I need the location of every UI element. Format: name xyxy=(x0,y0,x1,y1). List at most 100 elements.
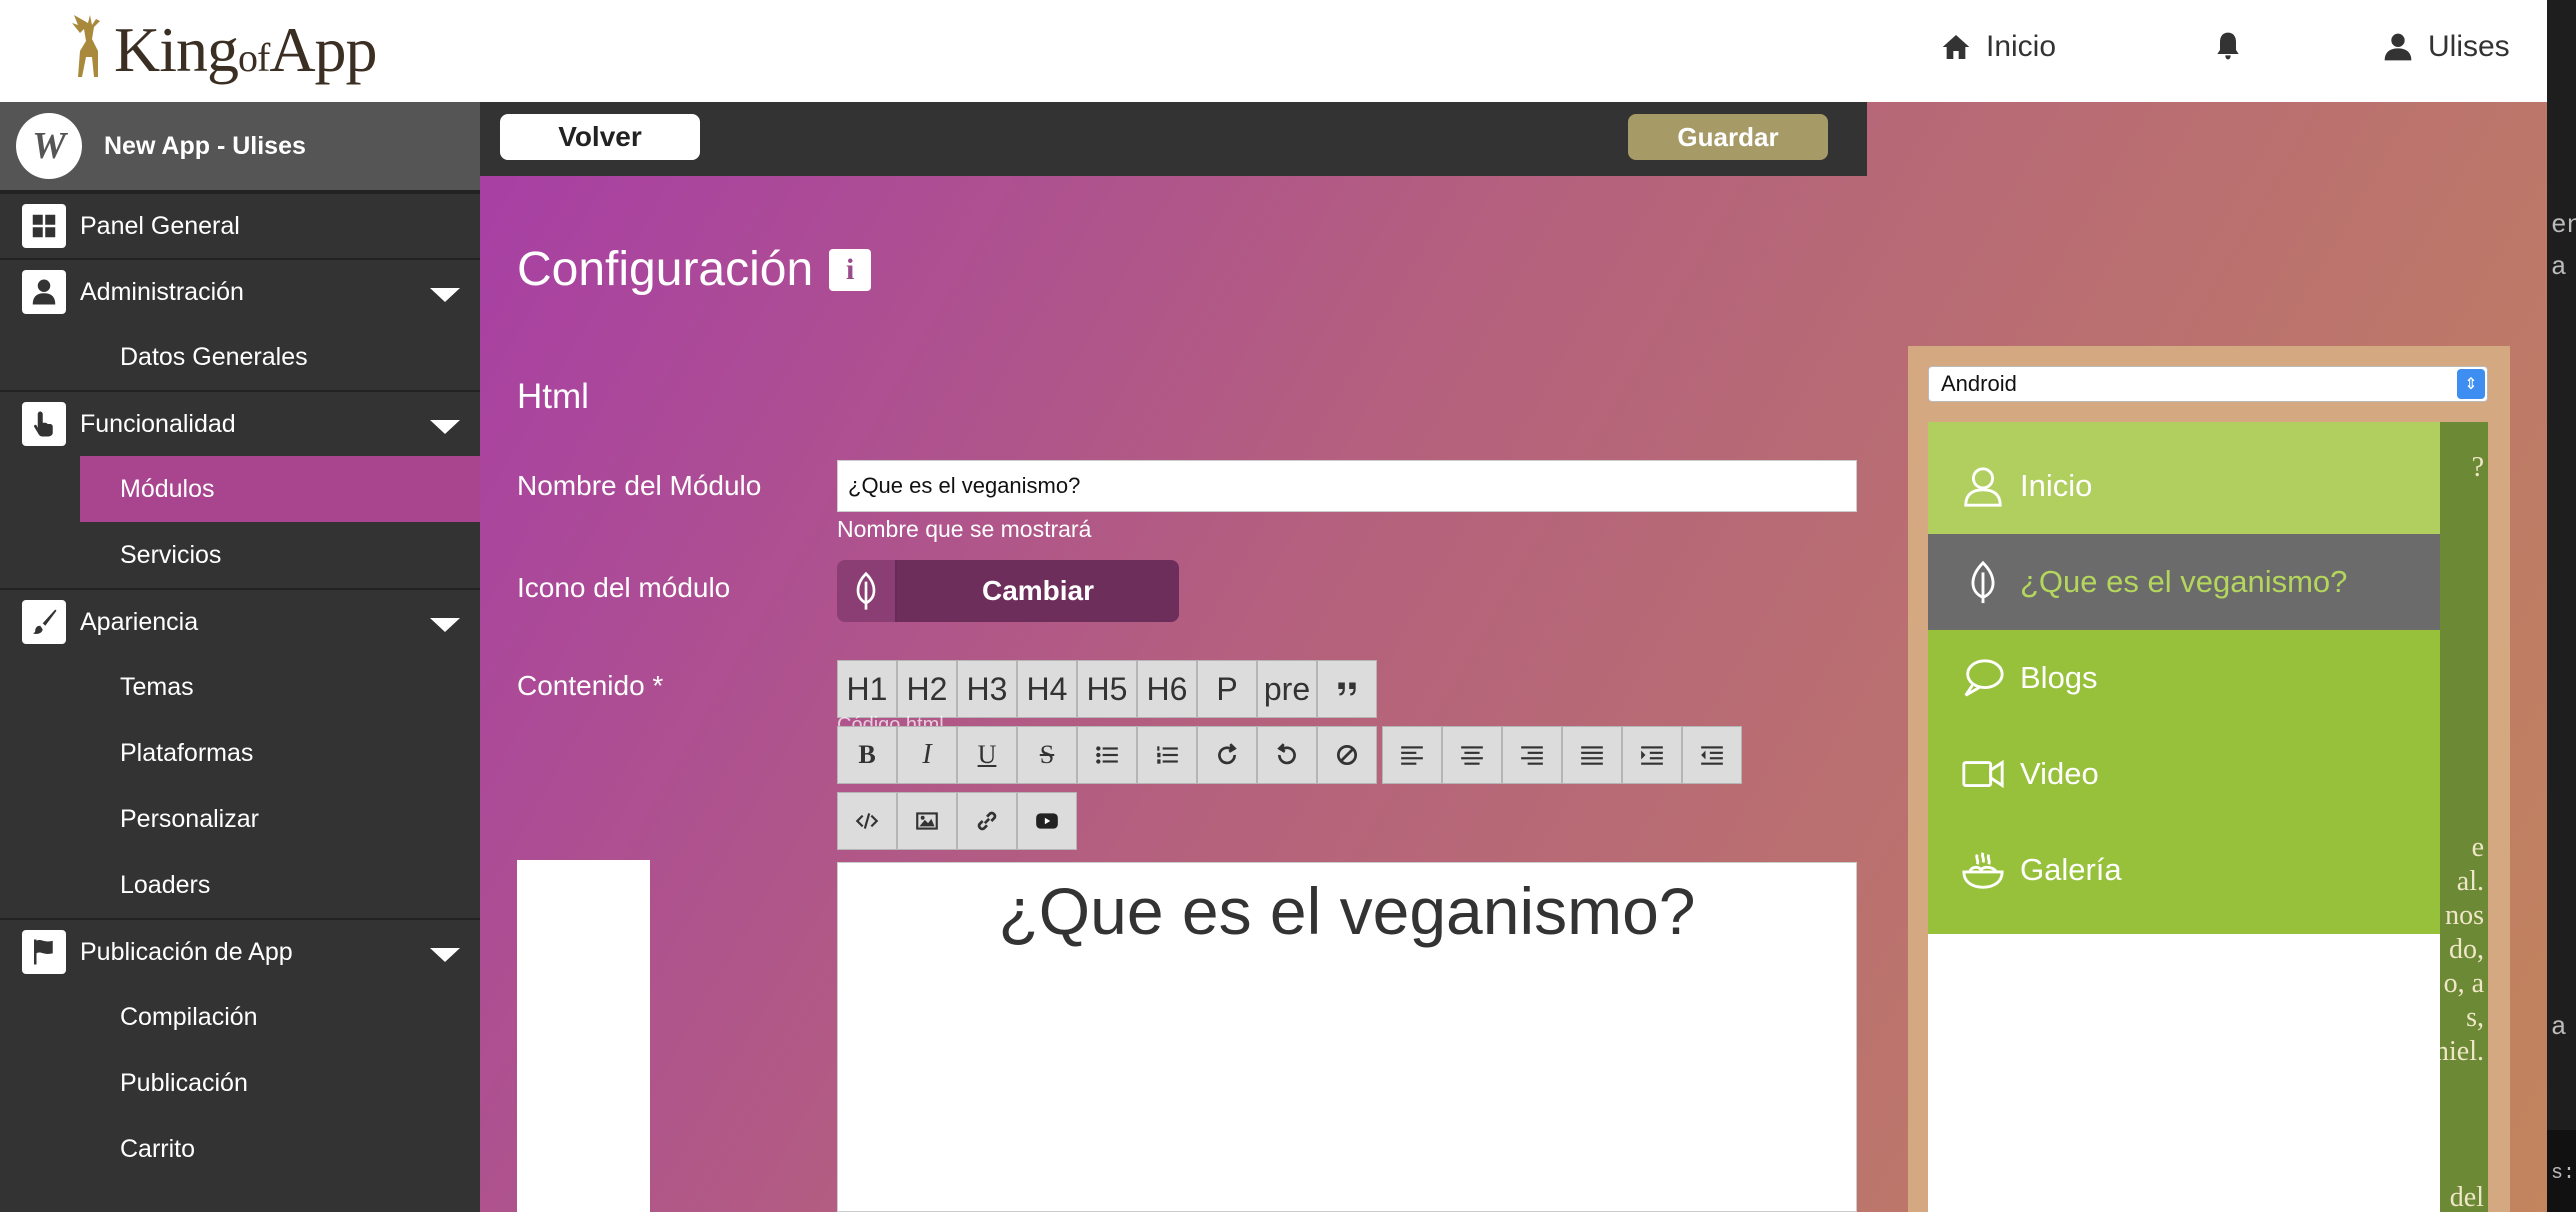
sidebar-subitem-publicacion[interactable]: Publicación xyxy=(0,1050,480,1116)
toolbar-code-button[interactable] xyxy=(837,792,897,850)
stag-logo-icon xyxy=(72,15,100,77)
toolbar-h2-button[interactable]: H2 xyxy=(897,660,957,718)
rich-text-editor[interactable]: ¿Que es el veganismo? xyxy=(837,862,1857,1212)
editor-content-heading[interactable]: ¿Que es el veganismo? xyxy=(838,873,1856,949)
app-header[interactable]: W New App - Ulises xyxy=(0,102,480,192)
app-name: New App - Ulises xyxy=(104,131,306,160)
toolbar-h1-button[interactable]: H1 xyxy=(837,660,897,718)
module-name-input[interactable] xyxy=(837,460,1857,512)
align-left-icon xyxy=(1401,746,1423,765)
paintbrush-icon xyxy=(22,600,66,644)
logo-text-king: King xyxy=(114,14,239,85)
toolbar-align-right-button[interactable] xyxy=(1502,726,1562,784)
toolbar-justify-button[interactable] xyxy=(1562,726,1622,784)
change-icon-button[interactable]: Cambiar xyxy=(897,560,1179,622)
toolbar-h5-button[interactable]: H5 xyxy=(1077,660,1137,718)
sidebar-subitem-plataformas[interactable]: Plataformas xyxy=(0,720,480,786)
code-view-panel[interactable] xyxy=(517,860,650,1212)
device-preview-panel: Android ⇕ ? e al. nos do, o, a s, miel. … xyxy=(1908,346,2510,1212)
drawer-item-video[interactable]: Video xyxy=(1928,726,2440,822)
toolbar-link-button[interactable] xyxy=(957,792,1017,850)
sidebar-subitem-datos-generales[interactable]: Datos Generales xyxy=(0,324,480,390)
notifications-button[interactable] xyxy=(2212,30,2244,62)
drawer-item-veganismo[interactable]: ¿Que es el veganismo? xyxy=(1928,534,2440,630)
toolbar-bullet-list-button[interactable] xyxy=(1077,726,1137,784)
drawer-item-inicio[interactable]: Inicio xyxy=(1928,422,2440,534)
drawer-item-label: ¿Que es el veganismo? xyxy=(2020,564,2348,599)
toolbar-h4-button[interactable]: H4 xyxy=(1017,660,1077,718)
sidebar-subitem-compilacion[interactable]: Compilación xyxy=(0,984,480,1050)
toolbar-numbered-list-button[interactable] xyxy=(1137,726,1197,784)
toolbar-clear-format-button[interactable] xyxy=(1317,726,1377,784)
sidebar-item-publicacion-app[interactable]: Publicación de App xyxy=(0,918,480,984)
toolbar-indent-button[interactable] xyxy=(1622,726,1682,784)
toolbar-pre-button[interactable]: pre xyxy=(1257,660,1317,718)
toolbar-align-center-button[interactable] xyxy=(1442,726,1502,784)
main-content: Volver Guardar Configuración i Html Nomb… xyxy=(480,102,2547,1212)
bullet-list-icon xyxy=(1096,746,1118,764)
page-title: Configuración i xyxy=(517,242,872,297)
toolbar-image-button[interactable] xyxy=(897,792,957,850)
toolbar-h3-button[interactable]: H3 xyxy=(957,660,1017,718)
platform-select[interactable]: Android ⇕ xyxy=(1928,366,2488,402)
toolbar-underline-button[interactable]: U xyxy=(957,726,1017,784)
nav-home[interactable]: Inicio xyxy=(1940,30,2056,64)
redo-icon xyxy=(1218,743,1237,765)
bg-text: del xyxy=(2449,1182,2484,1212)
drawer-item-label: Galería xyxy=(2020,852,2122,887)
edge-text-bottom: s: xyxy=(2551,1162,2576,1185)
bg-text: s, xyxy=(2466,1002,2484,1033)
link-icon xyxy=(977,811,997,831)
sidebar-item-label: Publicación de App xyxy=(80,937,293,966)
toolbar-italic-button[interactable]: I xyxy=(897,726,957,784)
section-title: Html xyxy=(517,377,589,416)
caret-down-icon xyxy=(430,420,460,434)
toolbar-video-button[interactable] xyxy=(1017,792,1077,850)
drawer-item-blogs[interactable]: Blogs xyxy=(1928,630,2440,726)
user-icon xyxy=(2384,33,2412,61)
toolbar-quote-button[interactable] xyxy=(1317,660,1377,718)
sidebar-subitem-personalizar[interactable]: Personalizar xyxy=(0,786,480,852)
nav-user[interactable]: Ulises xyxy=(2382,30,2510,64)
undo-icon xyxy=(1277,743,1296,765)
sidebar-subitem-servicios[interactable]: Servicios xyxy=(0,522,480,588)
video-camera-icon xyxy=(1962,759,2004,789)
logo-text-of: of xyxy=(238,35,270,80)
module-name-help: Nombre que se mostrará xyxy=(837,516,1092,542)
back-button[interactable]: Volver xyxy=(500,114,700,160)
caret-down-icon xyxy=(430,948,460,962)
sidebar-subitem-temas[interactable]: Temas xyxy=(0,654,480,720)
sidebar-subitem-modulos[interactable]: Módulos xyxy=(80,456,480,522)
ban-icon xyxy=(1336,744,1358,766)
edge-text-low: a xyxy=(2551,1012,2567,1042)
bell-icon xyxy=(2217,32,2239,60)
toolbar-p-button[interactable]: P xyxy=(1197,660,1257,718)
align-center-icon xyxy=(1461,746,1483,765)
sidebar-subitem-loaders[interactable]: Loaders xyxy=(0,852,480,918)
toolbar-align-left-button[interactable] xyxy=(1382,726,1442,784)
info-icon[interactable]: i xyxy=(829,248,872,291)
sidebar-item-funcionalidad[interactable]: Funcionalidad xyxy=(0,390,480,456)
toolbar-outdent-button[interactable] xyxy=(1682,726,1742,784)
sidebar-item-apariencia[interactable]: Apariencia xyxy=(0,588,480,654)
toolbar-bold-button[interactable]: B xyxy=(837,726,897,784)
toolbar-redo-button[interactable] xyxy=(1197,726,1257,784)
sidebar-item-label: Apariencia xyxy=(80,607,199,636)
code-icon xyxy=(855,813,879,829)
toolbar-insert xyxy=(837,792,1077,850)
sidebar-subitem-carrito[interactable]: Carrito xyxy=(0,1116,480,1182)
drawer-item-galeria[interactable]: Galería xyxy=(1928,822,2440,934)
sidebar-item-panel-general[interactable]: Panel General xyxy=(0,192,480,258)
toolbar-h6-button[interactable]: H6 xyxy=(1137,660,1197,718)
toolbar-undo-button[interactable] xyxy=(1257,726,1317,784)
save-button[interactable]: Guardar xyxy=(1628,114,1828,160)
outdent-icon xyxy=(1701,746,1723,765)
caret-down-icon xyxy=(430,618,460,632)
king-of-app-logo[interactable]: KingofApp xyxy=(64,8,378,92)
toolbar-strikethrough-button[interactable]: S xyxy=(1017,726,1077,784)
caret-down-icon xyxy=(430,288,460,302)
sidebar-item-administracion[interactable]: Administración xyxy=(0,258,480,324)
app-side-drawer: Inicio ¿Que es el veganismo? Blogs Video… xyxy=(1928,422,2440,1212)
drawer-item-label: Video xyxy=(2020,756,2099,791)
toolbar-alignment xyxy=(1382,726,1742,784)
